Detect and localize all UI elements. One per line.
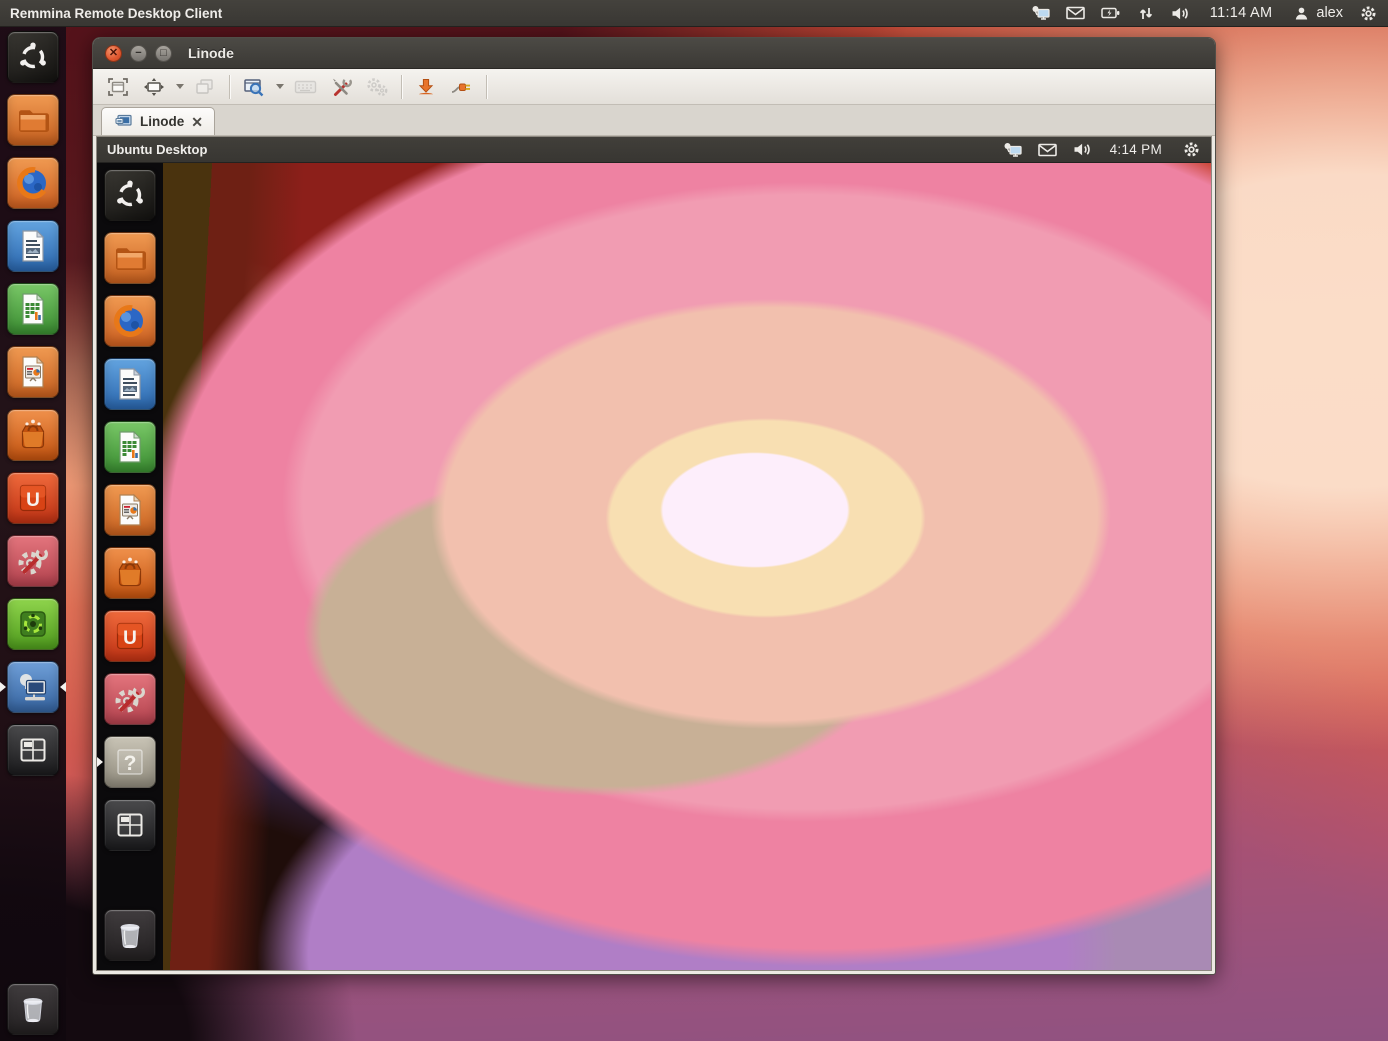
disconnect-button[interactable]: [445, 72, 479, 102]
home-folder-launcher-item[interactable]: [104, 232, 156, 284]
firefox-launcher-item[interactable]: [7, 157, 59, 209]
remote-session-gear-icon[interactable]: [1181, 141, 1201, 159]
remote-screen-icon: [113, 113, 133, 131]
fullscreen-button[interactable]: [101, 72, 135, 102]
workspace-switcher-launcher-item[interactable]: [104, 799, 156, 851]
tools-button[interactable]: [324, 72, 358, 102]
volume-icon[interactable]: [1073, 141, 1093, 159]
window-title: Linode: [188, 45, 234, 61]
unknown-app-launcher-item[interactable]: ?: [104, 736, 156, 788]
ubuntu-dash-launcher-item[interactable]: [104, 169, 156, 221]
trash-launcher-item[interactable]: [7, 983, 59, 1035]
scaled-mode-button[interactable]: [237, 72, 271, 102]
host-indicator-tray: [1031, 4, 1191, 22]
libreoffice-calc-launcher-item[interactable]: [104, 421, 156, 473]
network-monitor-icon[interactable]: [1003, 141, 1023, 159]
sync-arrows-icon[interactable]: [1136, 4, 1156, 22]
volume-icon[interactable]: [1171, 4, 1191, 22]
fit-window-dropdown-arrow[interactable]: [173, 72, 186, 102]
grab-keyboard-button[interactable]: [288, 72, 322, 102]
running-indicator-arrow: [97, 757, 103, 767]
system-settings-launcher-item[interactable]: [7, 535, 59, 587]
battery-icon[interactable]: [1101, 4, 1121, 22]
remote-top-panel: Ubuntu Desktop 4:14 PM: [97, 137, 1211, 163]
session-gear-icon[interactable]: [1358, 4, 1378, 22]
toolbar-separator: [229, 75, 230, 99]
network-monitor-icon[interactable]: [1031, 4, 1051, 22]
remmina-launcher-item[interactable]: [7, 661, 59, 713]
toolbar-separator: [401, 75, 402, 99]
remote-desktop-body: U?: [97, 163, 1211, 970]
software-center-launcher-item[interactable]: [7, 409, 59, 461]
scaled-mode-dropdown-arrow[interactable]: [273, 72, 286, 102]
mail-icon[interactable]: [1066, 4, 1086, 22]
tab-linode[interactable]: Linode ✕: [101, 107, 215, 135]
switch-tab-button[interactable]: [188, 72, 222, 102]
focused-indicator-arrow: [60, 682, 66, 692]
home-folder-launcher-item[interactable]: [7, 94, 59, 146]
host-user-menu[interactable]: alex: [1291, 4, 1343, 22]
remote-session-viewport: Ubuntu Desktop 4:14 PM U?: [96, 136, 1212, 971]
remote-indicator-tray: [1003, 141, 1093, 159]
close-button[interactable]: ✕: [105, 45, 122, 62]
window-titlebar[interactable]: ✕ − □ Linode: [93, 38, 1215, 69]
minimize-to-tray-button[interactable]: [409, 72, 443, 102]
ubuntu-dash-launcher-item[interactable]: [7, 31, 59, 83]
libreoffice-writer-launcher-item[interactable]: [104, 358, 156, 410]
host-user-name: alex: [1316, 5, 1343, 21]
tab-bar: Linode ✕: [93, 105, 1215, 136]
remote-desktop-wallpaper[interactable]: [163, 163, 1211, 970]
ubuntu-one-launcher-item[interactable]: U: [7, 472, 59, 524]
remmina-toolbar: [93, 69, 1215, 105]
maximize-button[interactable]: □: [155, 45, 172, 62]
libreoffice-writer-launcher-item[interactable]: [7, 220, 59, 272]
trash-launcher-item[interactable]: [104, 909, 156, 961]
remote-panel-title: Ubuntu Desktop: [107, 142, 207, 157]
system-settings-launcher-item[interactable]: [104, 673, 156, 725]
host-top-panel: Remmina Remote Desktop Client 11:14 AM a…: [0, 0, 1388, 27]
preferences-button[interactable]: [360, 72, 394, 102]
svg-text:?: ?: [124, 752, 137, 775]
remmina-window: ✕ − □ Linode Linode ✕ Ubuntu Desktop 4:1…: [92, 37, 1216, 975]
mail-icon[interactable]: [1038, 141, 1058, 159]
remote-unity-launcher: U?: [97, 163, 163, 970]
svg-text:U: U: [123, 628, 137, 649]
fit-window-button[interactable]: [137, 72, 171, 102]
svg-text:U: U: [26, 490, 40, 511]
ubuntu-one-launcher-item[interactable]: U: [104, 610, 156, 662]
firefox-launcher-item[interactable]: [104, 295, 156, 347]
libreoffice-impress-launcher-item[interactable]: [104, 484, 156, 536]
host-clock[interactable]: 11:14 AM: [1210, 5, 1273, 21]
minimize-button[interactable]: −: [130, 45, 147, 62]
running-indicator-arrow: [0, 682, 6, 692]
host-unity-launcher: U: [0, 27, 66, 1041]
workspace-switcher-launcher-item[interactable]: [7, 724, 59, 776]
toolbar-separator: [486, 75, 487, 99]
remote-clock[interactable]: 4:14 PM: [1110, 142, 1162, 157]
software-center-launcher-item[interactable]: [104, 547, 156, 599]
software-updater-launcher-item[interactable]: [7, 598, 59, 650]
tab-close-icon[interactable]: ✕: [191, 115, 203, 129]
user-icon: [1291, 4, 1311, 22]
host-window-title: Remmina Remote Desktop Client: [10, 6, 222, 21]
libreoffice-impress-launcher-item[interactable]: [7, 346, 59, 398]
libreoffice-calc-launcher-item[interactable]: [7, 283, 59, 335]
tab-label: Linode: [140, 114, 184, 129]
